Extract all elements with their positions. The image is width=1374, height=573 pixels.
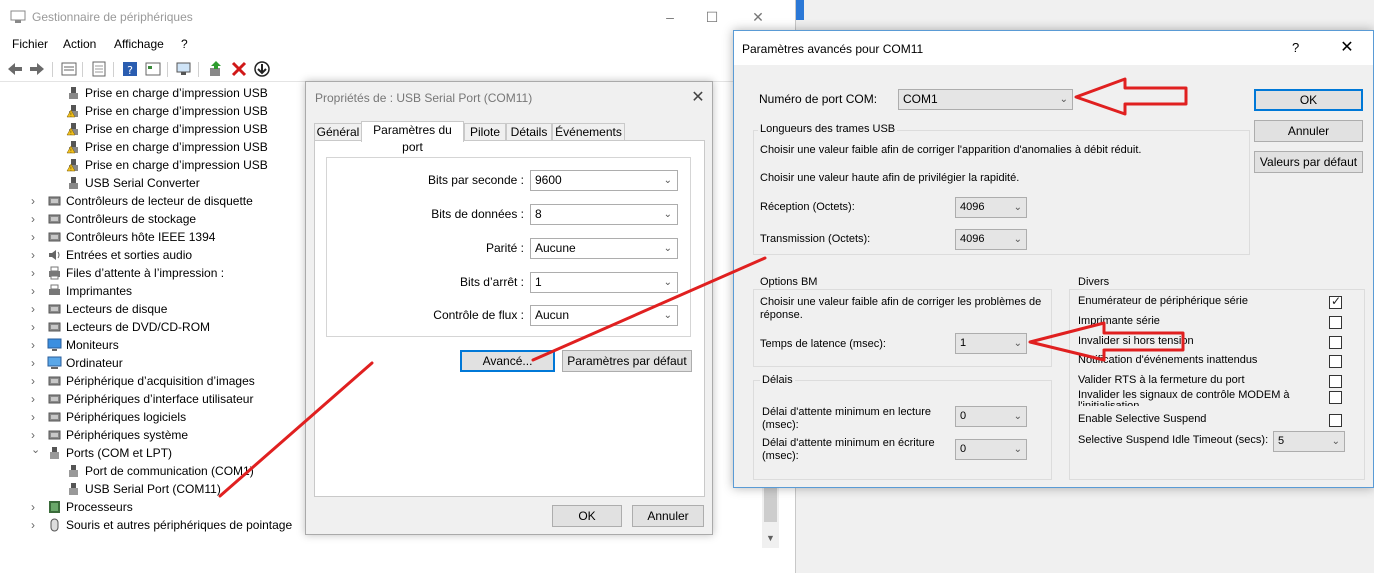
latency-arrow-icon [1028,321,1185,362]
annotation-overlay [218,77,1188,498]
tab-port-settings[interactable]: Paramètres du port [361,121,464,154]
annotation-line-to-usb-port [218,361,374,498]
annotation-line-to-advanced [531,256,767,362]
com-port-arrow-icon [1074,77,1188,116]
